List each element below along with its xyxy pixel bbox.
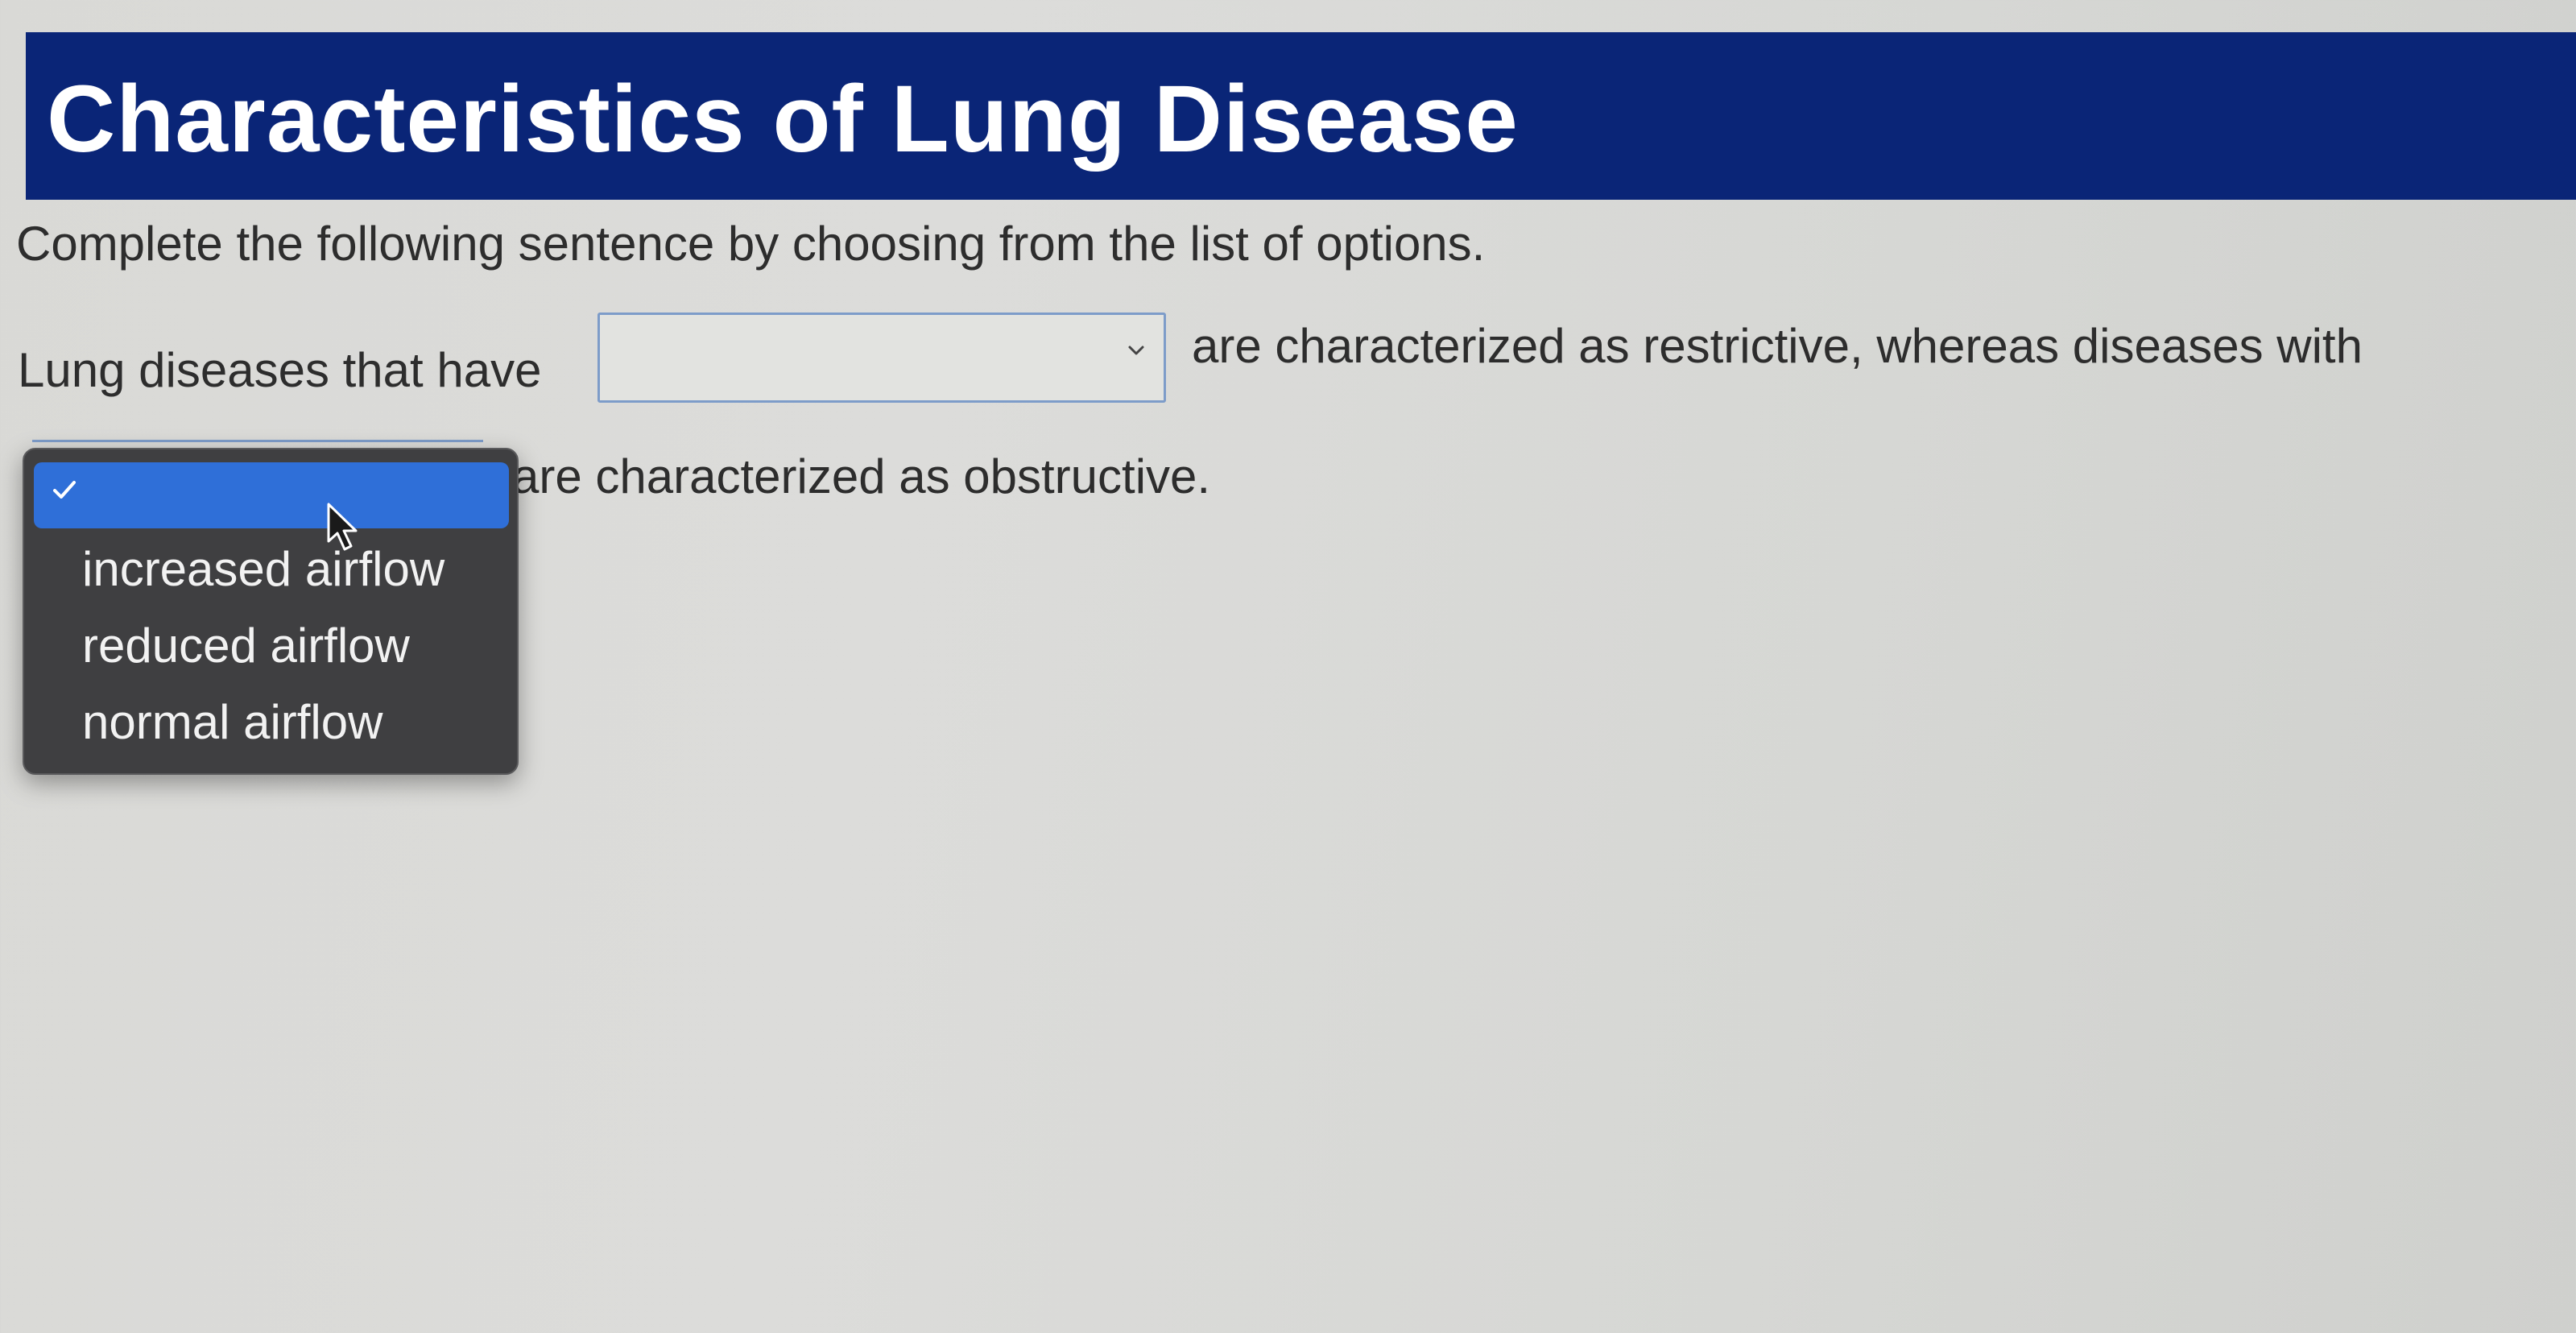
sentence-part-3: are characterized as obstructive. <box>512 449 1211 503</box>
sentence-part-2: are characterized as restrictive, wherea… <box>1192 319 2363 373</box>
dropdown-option-reduced-airflow[interactable]: reduced airflow <box>34 610 509 676</box>
sentence-part-1: Lung diseases that have <box>18 343 542 397</box>
dropdown-option-blank[interactable] <box>34 462 509 528</box>
answer-select-1[interactable] <box>597 313 1166 403</box>
chevron-down-icon <box>1128 346 1144 355</box>
page-header: Characteristics of Lung Disease <box>26 32 2576 200</box>
dropdown-option-normal-airflow[interactable]: normal airflow <box>34 686 509 752</box>
dropdown-option-label: increased airflow <box>82 542 445 596</box>
dropdown-menu: increased airflow reduced airflow normal… <box>23 448 519 775</box>
question-instruction: Complete the following sentence by choos… <box>16 217 1486 271</box>
dropdown-option-label: normal airflow <box>82 695 383 749</box>
page-title: Characteristics of Lung Disease <box>47 66 1519 172</box>
dropdown-option-increased-airflow[interactable]: increased airflow <box>34 533 509 599</box>
mouse-pointer-icon <box>327 503 358 551</box>
checkmark-icon <box>53 481 76 499</box>
dropdown-option-label: reduced airflow <box>82 619 410 673</box>
